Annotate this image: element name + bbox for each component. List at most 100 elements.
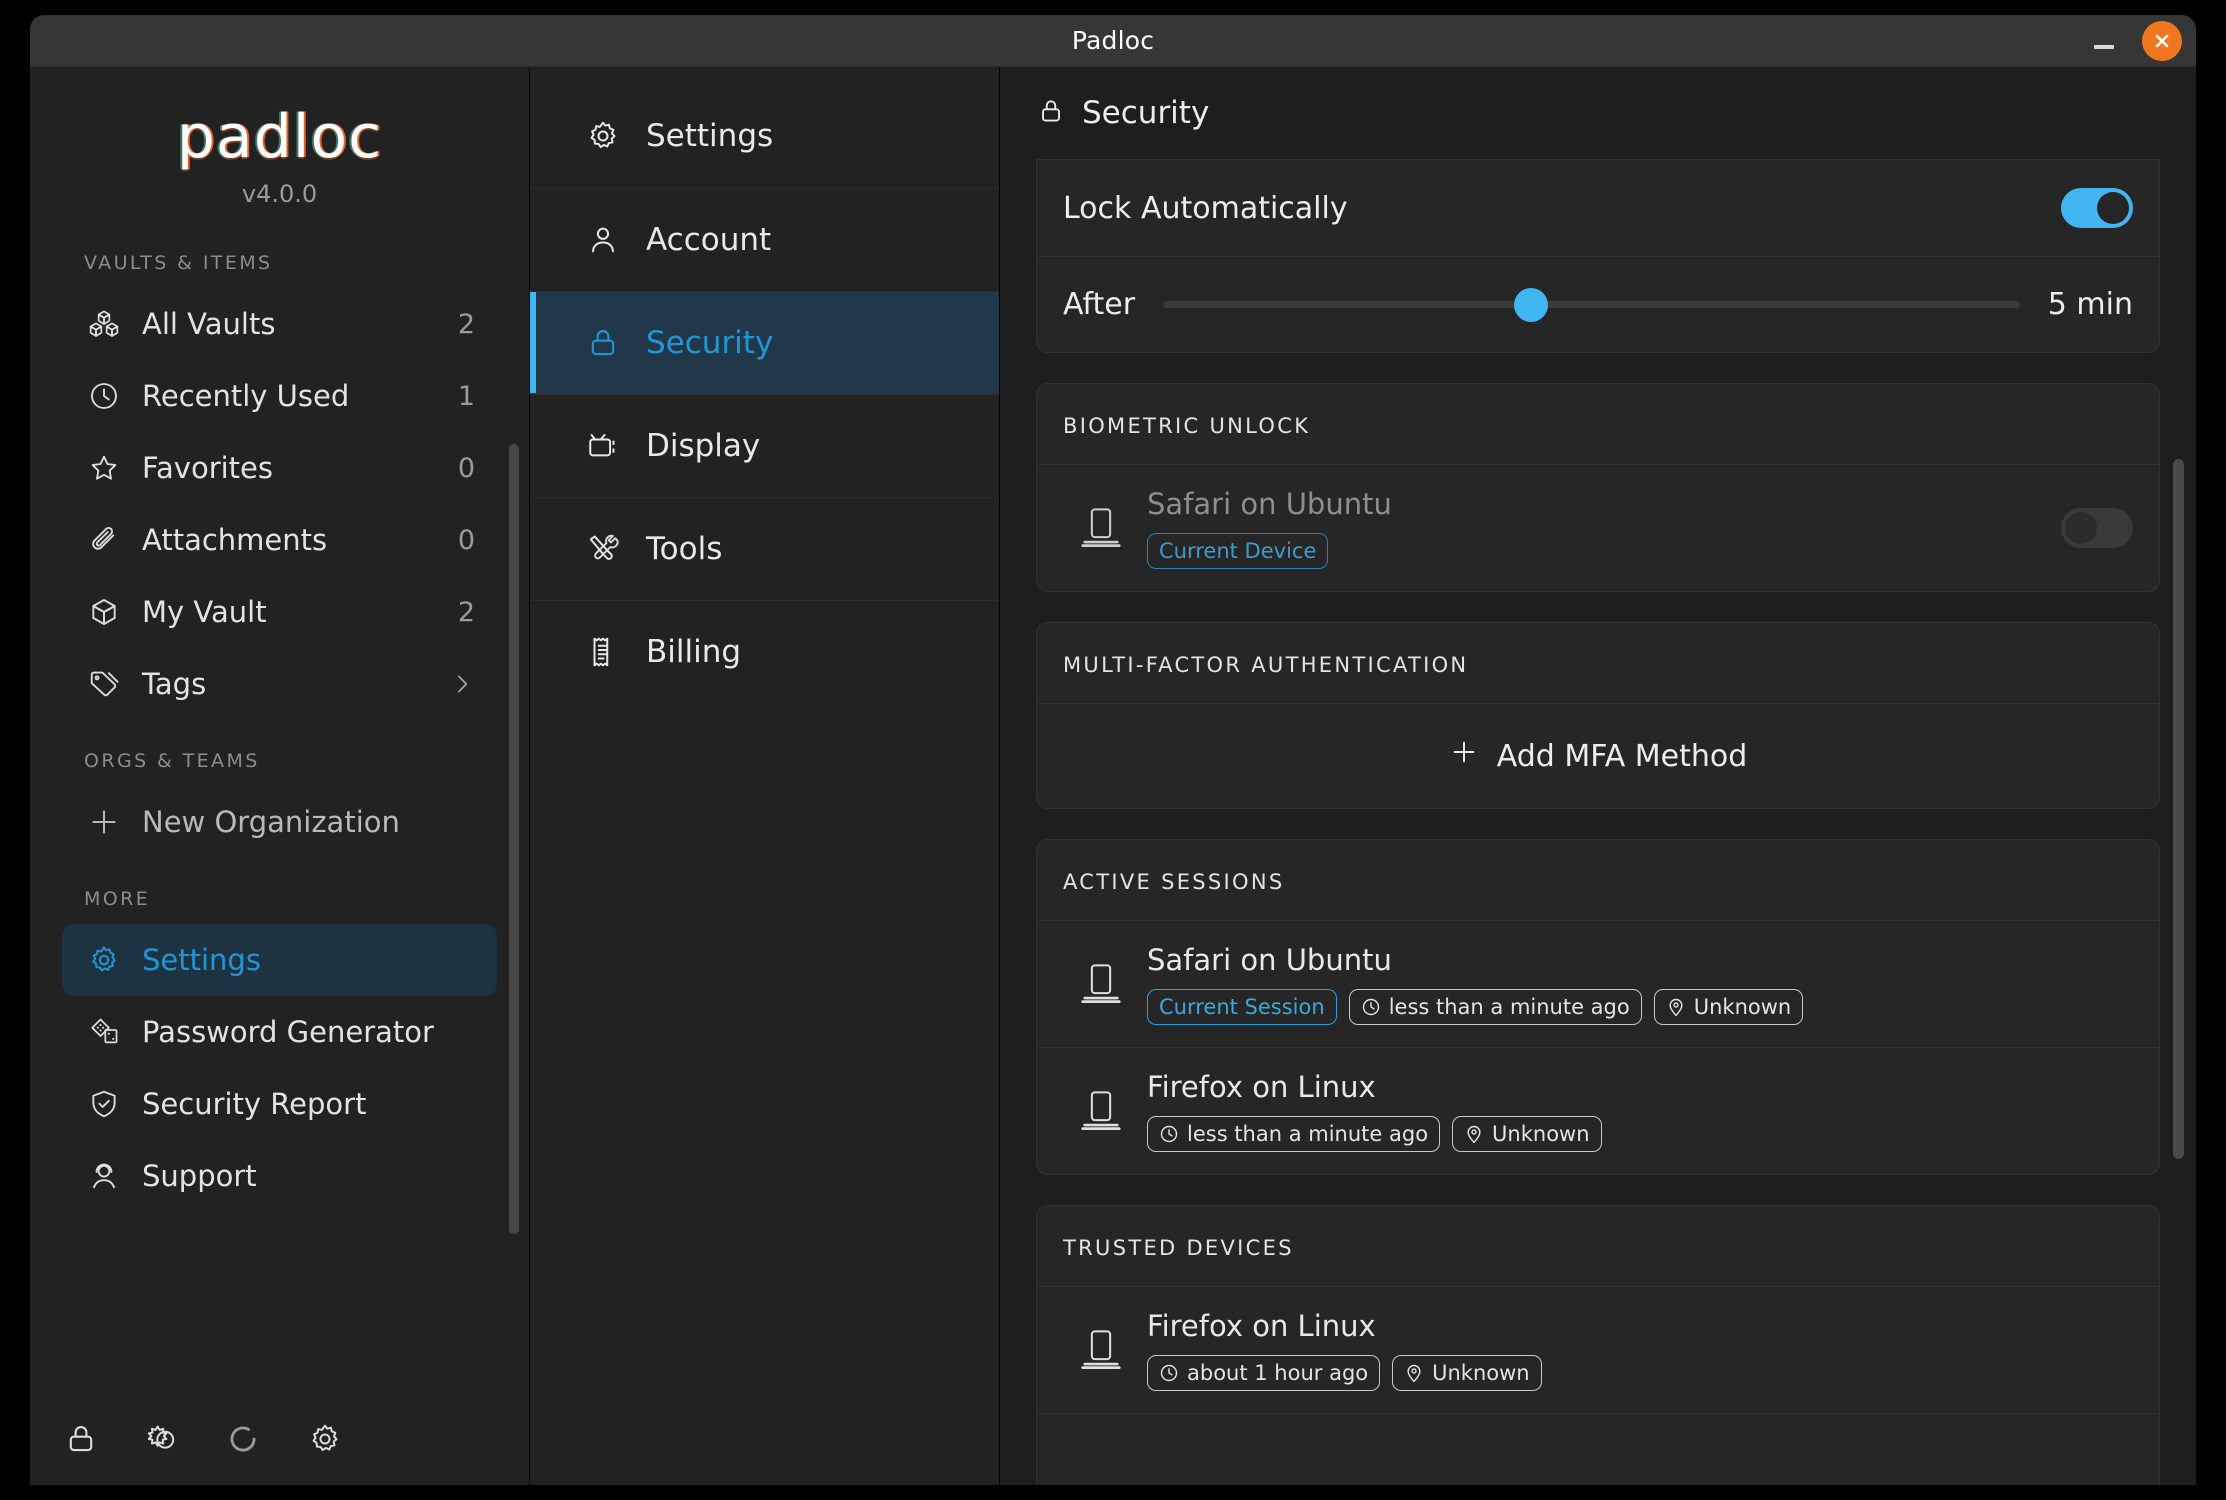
sidebar-item-settings[interactable]: Settings: [62, 924, 497, 996]
add-mfa-method-label: Add MFA Method: [1497, 739, 1748, 774]
sidebar-bottom-toolbar: [30, 1393, 529, 1485]
star-icon: [84, 452, 124, 484]
gear-icon[interactable]: [308, 1422, 342, 1456]
paperclip-icon: [84, 524, 124, 556]
sidebar: padloc v4.0.0 VAULTS & ITEMS: [30, 67, 530, 1485]
pin-icon: [1404, 1363, 1424, 1383]
sidebar-item-count: 1: [458, 381, 475, 412]
session-badges: Current Session less than a minute ago U…: [1147, 989, 2133, 1025]
biometric-device-row: Safari on Ubuntu Current Device: [1037, 465, 2159, 591]
settings-menu-item-account[interactable]: Account: [530, 188, 999, 291]
gear-icon: [582, 119, 624, 153]
plus-icon: [84, 806, 124, 838]
close-icon: [2152, 31, 2172, 51]
active-sessions-title: ACTIVE SESSIONS: [1037, 840, 2159, 921]
nav-section-more-label: MORE: [30, 888, 529, 910]
sync-icon[interactable]: [224, 1420, 262, 1458]
sidebar-scrollbar[interactable]: [509, 444, 519, 1234]
clock-icon: [1159, 1124, 1179, 1144]
sidebar-item-count: 2: [458, 309, 475, 340]
shield-icon: [84, 1088, 124, 1120]
settings-menu-label: Tools: [646, 531, 722, 567]
close-button[interactable]: [2142, 21, 2182, 61]
sidebar-item-recently-used[interactable]: Recently Used 1: [62, 360, 497, 432]
settings-menu-item-billing[interactable]: Billing: [530, 600, 999, 703]
mfa-title: MULTI-FACTOR AUTHENTICATION: [1037, 623, 2159, 704]
biometric-device-info: Safari on Ubuntu Current Device: [1147, 487, 2061, 569]
window-controls: [2084, 15, 2182, 66]
slider-knob[interactable]: [1514, 288, 1548, 322]
app-version: v4.0.0: [30, 180, 529, 208]
session-last-used-text: less than a minute ago: [1187, 1122, 1428, 1146]
window-titlebar: Padloc: [30, 15, 2196, 67]
session-row[interactable]: Firefox on Linux less than a minute ago …: [1037, 1047, 2159, 1174]
trusted-devices-card: TRUSTED DEVICES Firefox on Linux: [1036, 1205, 2160, 1485]
trusted-device-name: Firefox on Linux: [1147, 1309, 2133, 1343]
session-last-used-badge: less than a minute ago: [1147, 1116, 1440, 1152]
sidebar-item-label: Attachments: [142, 523, 458, 557]
sidebar-item-password-generator[interactable]: Password Generator: [62, 996, 497, 1068]
laptop-icon: [1063, 506, 1139, 550]
current-session-badge: Current Session: [1147, 989, 1337, 1025]
add-mfa-method-button[interactable]: Add MFA Method: [1037, 704, 2159, 808]
lock-after-slider[interactable]: [1163, 285, 2020, 325]
support-icon: [84, 1160, 124, 1192]
window-body: padloc v4.0.0 VAULTS & ITEMS: [30, 67, 2196, 1485]
lock-automatically-toggle[interactable]: [2061, 188, 2133, 228]
biometric-unlock-card: BIOMETRIC UNLOCK Safari on Ubuntu: [1036, 383, 2160, 592]
lock-icon: [582, 326, 624, 360]
lock-after-row: After 5 min: [1037, 256, 2159, 352]
biometric-device-name: Safari on Ubuntu: [1147, 487, 2061, 521]
sidebar-item-label: Recently Used: [142, 379, 458, 413]
nav-section-vaults-label: VAULTS & ITEMS: [30, 252, 529, 274]
minimize-button[interactable]: [2084, 21, 2124, 61]
settings-menu-label: Billing: [646, 634, 741, 670]
lock-icon: [1036, 96, 1066, 130]
main-header: Security: [1000, 67, 2196, 159]
trusted-device-location-text: Unknown: [1432, 1361, 1529, 1385]
sidebar-item-label: All Vaults: [142, 307, 458, 341]
sidebar-item-support[interactable]: Support: [62, 1140, 497, 1212]
session-info: Firefox on Linux less than a minute ago …: [1147, 1070, 2133, 1152]
trusted-device-last-used-badge: about 1 hour ago: [1147, 1355, 1380, 1391]
sidebar-item-count: 0: [458, 525, 475, 556]
laptop-icon: [1063, 1089, 1139, 1133]
main-scroll-area: Lock Automatically After 5 min: [1000, 159, 2196, 1485]
trusted-device-location-badge: Unknown: [1392, 1355, 1541, 1391]
sidebar-nav: VAULTS & ITEMS All Vaults 2: [30, 234, 529, 1393]
tag-icon: [84, 668, 124, 700]
theme-icon[interactable]: [144, 1422, 178, 1456]
sidebar-item-label: Security Report: [142, 1087, 475, 1121]
sidebar-item-favorites[interactable]: Favorites 0: [62, 432, 497, 504]
boxes-icon: [84, 308, 124, 340]
sidebar-item-my-vault[interactable]: My Vault 2: [62, 576, 497, 648]
session-location-badge: Unknown: [1654, 989, 1803, 1025]
mfa-card: MULTI-FACTOR AUTHENTICATION Add MFA Meth…: [1036, 622, 2160, 809]
trusted-device-last-used-text: about 1 hour ago: [1187, 1361, 1368, 1385]
trusted-device-row[interactable]: Firefox on Linux about 1 hour ago Unknow…: [1037, 1287, 2159, 1413]
sidebar-item-attachments[interactable]: Attachments 0: [62, 504, 497, 576]
sidebar-item-new-organization[interactable]: New Organization: [62, 786, 497, 858]
person-icon: [582, 223, 624, 257]
sidebar-item-tags[interactable]: Tags: [62, 648, 497, 720]
window-title: Padloc: [1072, 26, 1154, 55]
settings-menu-label: Account: [646, 222, 771, 258]
lock-after-value: 5 min: [2048, 287, 2133, 322]
chevron-right-icon: [449, 671, 475, 697]
biometric-toggle[interactable]: [2061, 508, 2133, 548]
settings-menu-item-tools[interactable]: Tools: [530, 497, 999, 600]
sidebar-item-security-report[interactable]: Security Report: [62, 1068, 497, 1140]
main-panel: Security Lock Automatically After: [1000, 67, 2196, 1485]
clock-icon: [84, 380, 124, 412]
settings-menu-item-display[interactable]: Display: [530, 394, 999, 497]
clock-icon: [1361, 997, 1381, 1017]
settings-menu-item-security[interactable]: Security: [530, 291, 999, 394]
settings-menu-item-settings[interactable]: Settings: [530, 85, 999, 188]
trusted-device-row-partial[interactable]: [1037, 1413, 2159, 1485]
main-scrollbar[interactable]: [2173, 459, 2184, 1159]
sidebar-item-all-vaults[interactable]: All Vaults 2: [62, 288, 497, 360]
active-sessions-card: ACTIVE SESSIONS Safari on Ubuntu: [1036, 839, 2160, 1175]
session-row[interactable]: Safari on Ubuntu Current Session less th…: [1037, 921, 2159, 1047]
sidebar-item-label: Password Generator: [142, 1015, 475, 1049]
lock-icon[interactable]: [64, 1422, 98, 1456]
